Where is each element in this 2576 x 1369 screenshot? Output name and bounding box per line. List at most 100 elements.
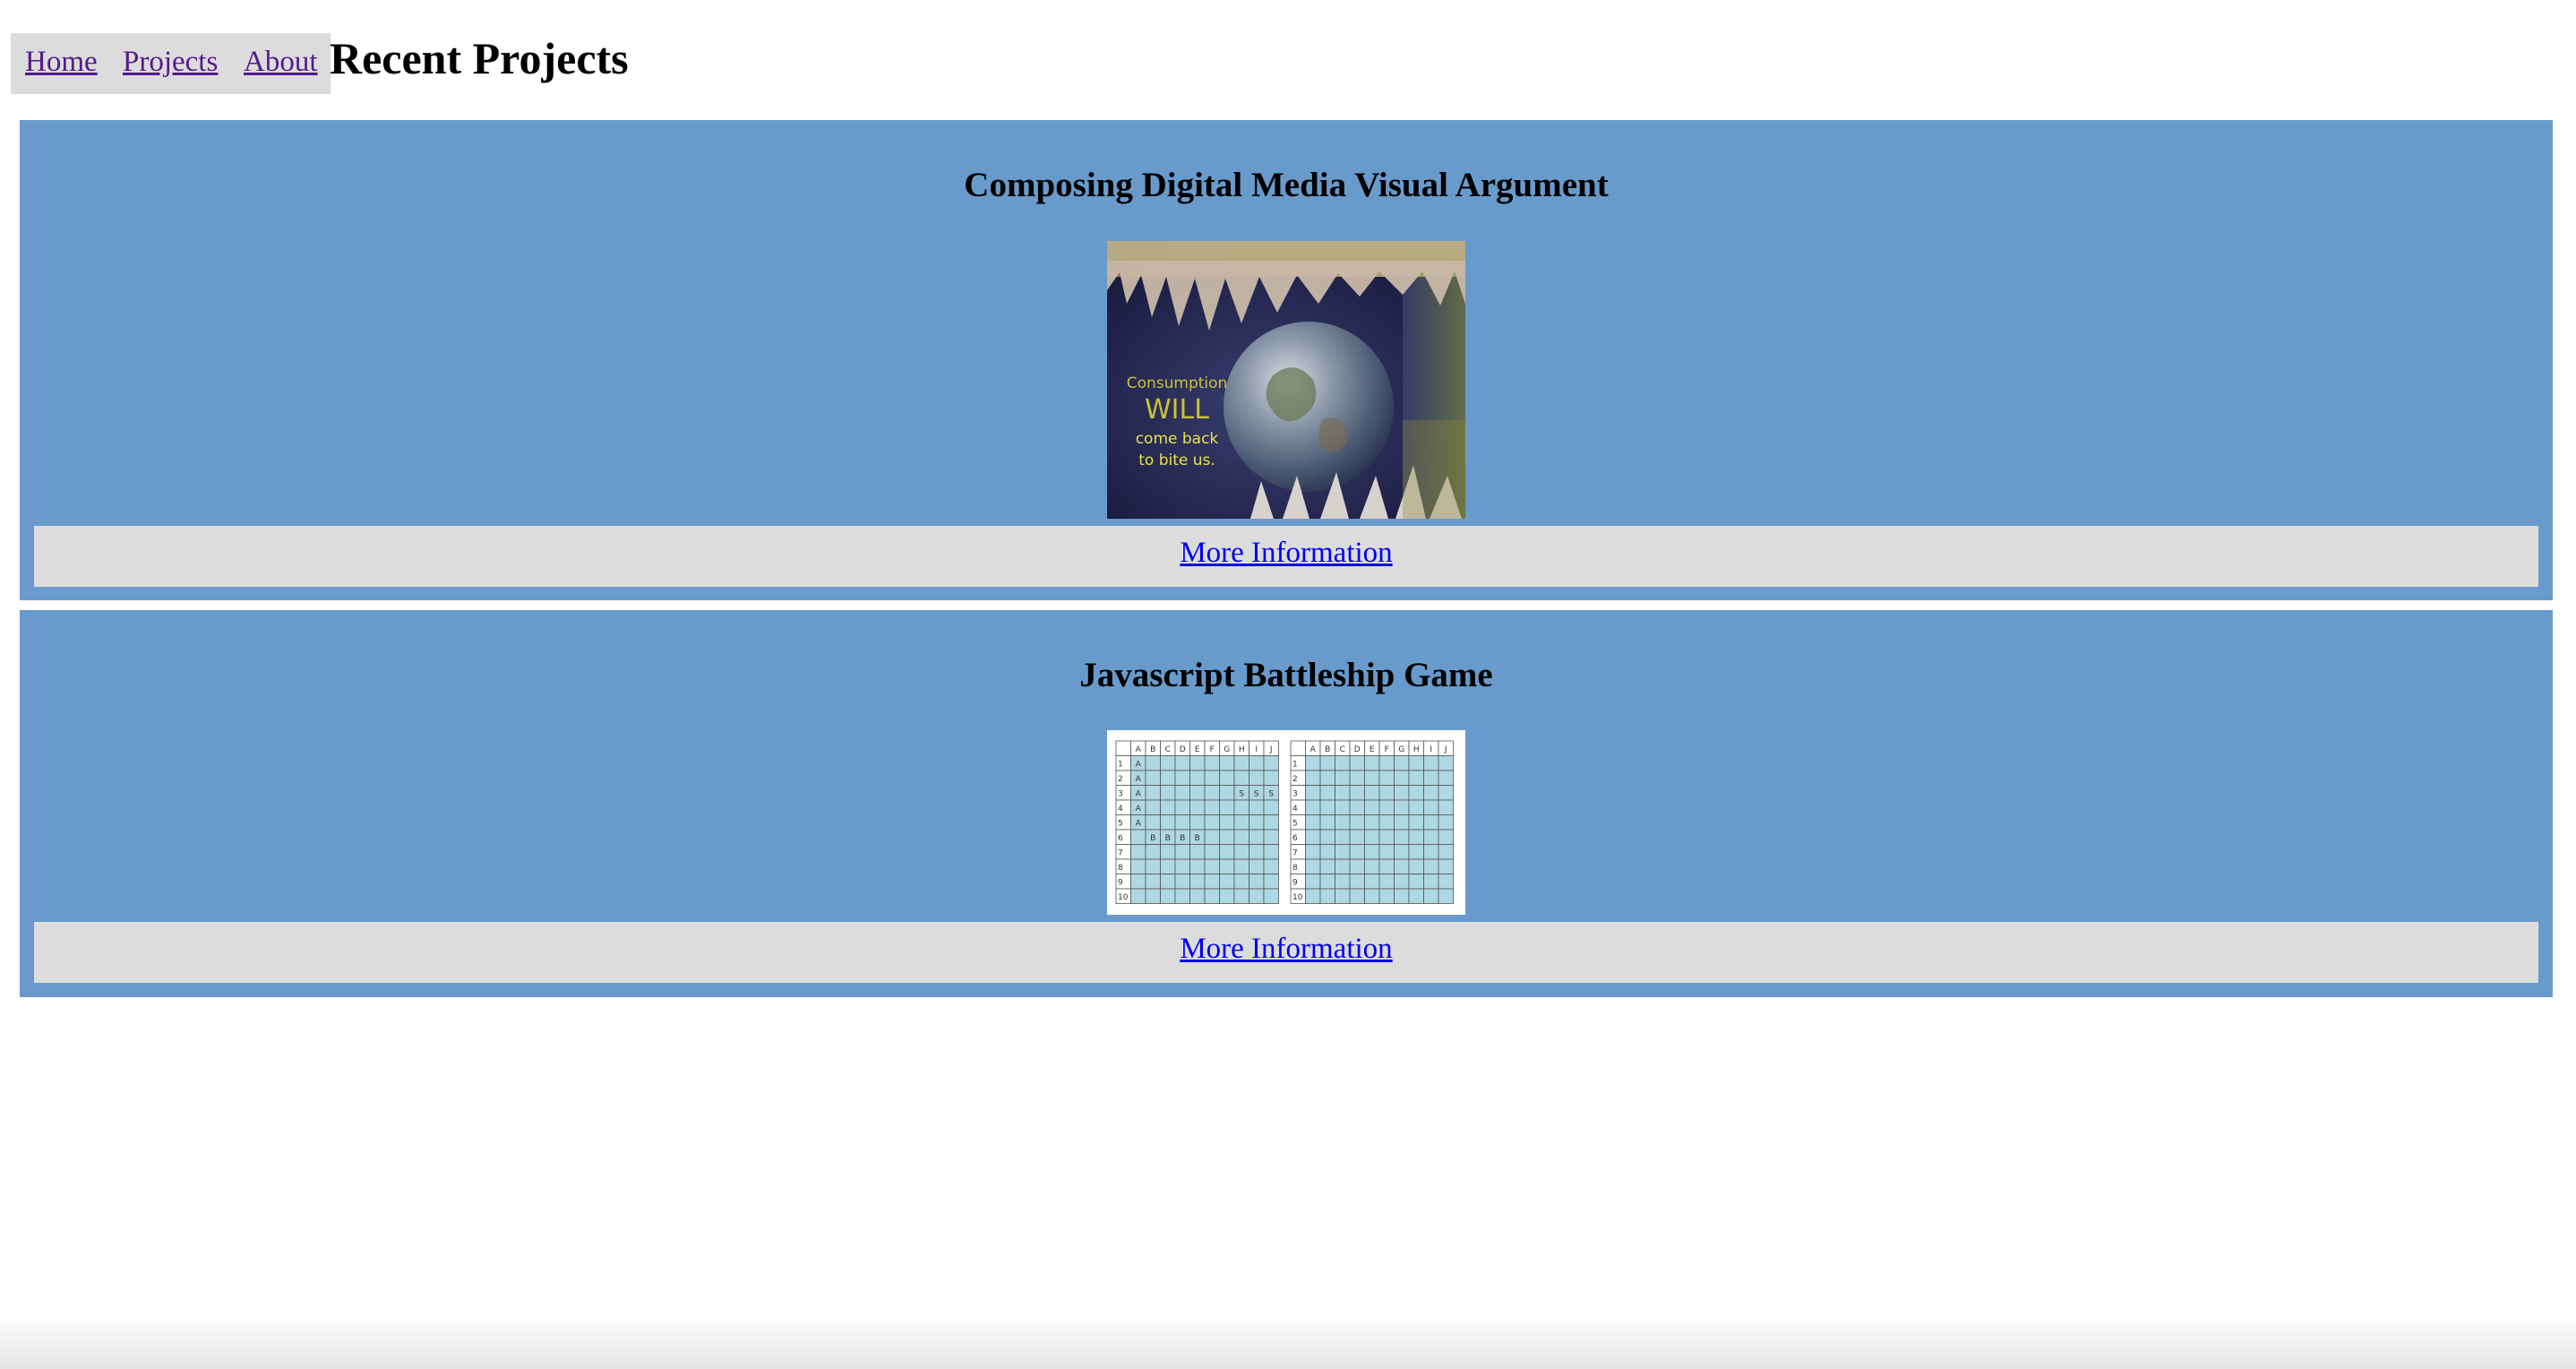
board-cell [1145,858,1161,874]
board-header-label: 10 [1118,893,1129,902]
board-cell [1204,814,1220,831]
battleship-boards-image: A B C D E F G H I J1 A2 A3 A S S S4 A5 A6 B B B B78910A B C D E F G… [1115,740,1454,904]
board-cell [1378,858,1395,874]
board-cell [1189,874,1206,890]
board-cell [1249,770,1265,786]
board-cell [1305,844,1321,860]
board-header-label: 1 [1118,760,1123,769]
board-cell [1219,829,1235,845]
nav-link-about[interactable]: About [244,46,318,79]
board-cell [1394,770,1410,786]
board-cell [1378,874,1395,890]
board-cell [1319,785,1335,801]
board-cell [1438,755,1454,771]
board-cell [1335,770,1351,786]
board-header-label: 7 [1292,848,1298,857]
board-cell [1349,799,1365,815]
board-header-label: D [1180,745,1186,754]
board-cell [1319,888,1335,904]
ship-marker: B [1195,834,1200,843]
board-cell [1160,814,1176,831]
board-header-label: H [1413,745,1420,754]
board-cell [1423,858,1439,874]
board-header-label: E [1195,745,1200,754]
board-cell [1349,858,1365,874]
board-header-label: 10 [1292,893,1303,902]
board-cell [1249,755,1265,771]
board-cell [1305,755,1321,771]
board-cell [1408,829,1424,845]
board-header-label: C [1340,745,1345,754]
board-cell [1189,755,1206,771]
board-cell [1438,770,1454,786]
board-header-label: 2 [1292,775,1298,784]
board-header-label: 3 [1292,789,1298,798]
board-cell [1160,799,1176,815]
board-cell [1408,858,1424,874]
ship-marker: S [1239,789,1244,798]
board-header-label: 1 [1292,760,1298,769]
board-cell [1364,814,1380,831]
board-header-label: 7 [1118,848,1123,857]
player-board: A B C D E F G H I J1 A2 A3 A S S S4 A5 A6 B B B B78910 [1115,740,1279,904]
more-info-link[interactable]: More Information [1180,537,1392,570]
ship-marker: A [1136,760,1142,769]
board-cell [1233,829,1249,845]
board-cell [1263,814,1279,831]
board-cell [1145,770,1161,786]
board-cell [1263,829,1279,845]
board-cell [1174,755,1190,771]
board-cell [1364,785,1380,801]
board-cell [1394,888,1410,904]
board-cell [1204,874,1220,890]
board-header-label: 9 [1118,878,1123,887]
board-cell [1378,799,1395,815]
board-cell [1305,814,1321,831]
board-cell [1349,844,1365,860]
visual-argument-image: Consumption WILL come back to bite us. [1107,241,1465,519]
board-cell [1263,874,1279,890]
board-cell [1219,755,1235,771]
ship-marker: B [1150,834,1155,843]
board-cell [1438,874,1454,890]
board-cell [1160,858,1176,874]
board-cell [1189,785,1206,801]
project-thumbnail[interactable]: A B C D E F G H I J 1 A 2 A 3 A S S S 4 A 5 A 6 B B B B 7 8 9 10 A B C D E F G… [1107,730,1465,915]
board-cell [1438,888,1454,904]
board-cell [1249,814,1265,831]
board-cell [1335,814,1351,831]
board-cell [1364,829,1380,845]
board-cell [1174,858,1190,874]
more-info-link[interactable]: More Information [1180,933,1392,966]
nav-link-projects[interactable]: Projects [123,46,218,79]
board-cell [1378,785,1395,801]
board-cell [1423,755,1439,771]
board-cell [1378,770,1395,786]
project-thumbnail[interactable]: Consumption WILL come back to bite us. [1107,241,1465,519]
board-cell [1305,770,1321,786]
image-caption-line-4: to bite us. [1138,452,1215,469]
board-cell [1219,858,1235,874]
board-cell [1335,755,1351,771]
nav-link-home[interactable]: Home [25,46,98,79]
board-cell [1174,814,1190,831]
board-cell [1408,844,1424,860]
board-cell [1290,740,1306,756]
board-cell [1364,874,1380,890]
board-cell [1394,844,1410,860]
board-cell [1233,888,1249,904]
viewport-bottom-shadow [0,1315,2576,1369]
board-cell [1423,785,1439,801]
ship-marker: B [1165,834,1171,843]
board-cell [1378,755,1395,771]
board-cell [1349,755,1365,771]
board-cell [1233,874,1249,890]
board-cell [1423,888,1439,904]
board-cell [1408,888,1424,904]
project-title: Javascript Battleship Game [1079,656,1493,694]
board-cell [1394,874,1410,890]
board-cell [1335,874,1351,890]
board-cell [1174,770,1190,786]
board-header-label: 4 [1292,805,1298,814]
board-cell [1174,874,1190,890]
